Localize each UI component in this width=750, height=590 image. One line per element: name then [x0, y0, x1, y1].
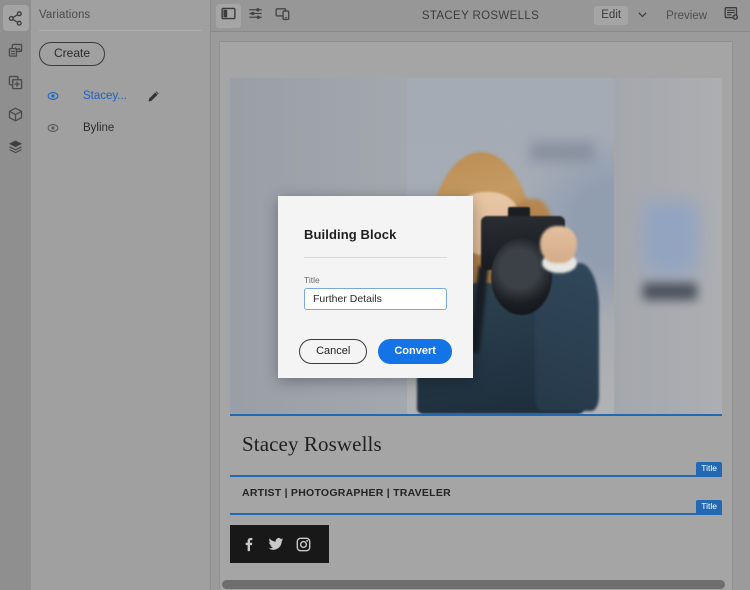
create-button[interactable]: Create [39, 42, 106, 67]
visibility-eye-icon[interactable] [39, 90, 67, 102]
component-headline-body: Stacey Roswells Title [230, 416, 722, 476]
facebook-icon[interactable] [241, 537, 256, 552]
assets-icon [8, 43, 23, 58]
side-panel-toggle-icon [221, 6, 236, 26]
editor-toolbar: STACEY ROSWELLS Edit Preview [211, 0, 750, 32]
social-links-bar [230, 525, 329, 563]
title-field-label: Title [304, 275, 320, 285]
title-input[interactable] [304, 288, 447, 310]
cancel-button[interactable]: Cancel [299, 339, 368, 365]
variation-item-stacey[interactable]: Stacey... [31, 80, 210, 112]
mode-edit-button[interactable]: Edit [594, 6, 629, 25]
building-block-dialog: Building Block Title Cancel Convert [278, 196, 473, 378]
toolbar-left-group [211, 3, 295, 28]
page-settings-button[interactable] [243, 4, 268, 28]
component-byline[interactable]: ARTIST | PHOTOGRAPHER | TRAVELER Title [230, 477, 722, 515]
variation-item-label: Stacey... [83, 90, 127, 103]
page-information-icon [724, 6, 739, 26]
left-icon-rail [0, 0, 31, 590]
hero-background-blur-2 [638, 198, 703, 280]
horizontal-scrollbar-thumb[interactable] [222, 580, 725, 589]
layers-icon-button[interactable] [3, 133, 29, 159]
dialog-actions: Cancel Convert [299, 339, 452, 365]
hero-background-blur-1 [530, 141, 595, 162]
byline-text: ARTIST | PHOTOGRAPHER | TRAVELER [242, 487, 451, 499]
content-tree-icon-button[interactable] [2, 5, 29, 31]
headline-text: Stacey Roswells [242, 432, 382, 456]
create-button-container: Create [31, 31, 210, 67]
component-byline-body: ARTIST | PHOTOGRAPHER | TRAVELER Title [230, 477, 722, 514]
dialog-title: Building Block [304, 227, 397, 242]
edit-pencil-icon[interactable] [147, 90, 160, 103]
variation-item-label: Byline [83, 122, 115, 135]
components-icon-button[interactable] [3, 69, 29, 95]
mode-dropdown-button[interactable] [630, 5, 654, 27]
side-panel-toggle-button[interactable] [216, 3, 241, 28]
emulator-device-button[interactable] [270, 4, 295, 28]
layers-icon [8, 139, 23, 154]
chevron-down-icon [637, 7, 648, 25]
assets-icon-button[interactable] [3, 37, 29, 63]
emulator-device-icon [275, 6, 290, 26]
components-icon [8, 75, 23, 90]
dialog-divider [304, 257, 447, 258]
preview-button[interactable]: Preview [656, 7, 717, 25]
horizontal-scrollbar-track[interactable] [222, 580, 730, 589]
toolbar-right-group: Edit Preview [594, 4, 750, 28]
content-fragments-icon-button[interactable] [3, 101, 29, 127]
variations-panel: Variations Create Stacey... Byline [31, 0, 211, 590]
visibility-eye-icon[interactable] [39, 122, 67, 134]
component-badge[interactable]: Title [696, 499, 722, 514]
component-outline-bottom [230, 513, 722, 515]
page-settings-icon [248, 6, 263, 26]
hero-subject-hand [539, 225, 577, 263]
content-tree-icon [8, 10, 23, 26]
instagram-icon[interactable] [296, 537, 311, 552]
convert-button[interactable]: Convert [378, 339, 452, 365]
component-badge[interactable]: Title [696, 461, 722, 476]
twitter-icon[interactable] [268, 536, 284, 552]
variation-item-byline[interactable]: Byline [31, 112, 210, 144]
variations-list: Stacey... Byline [31, 66, 210, 144]
page-information-button[interactable] [719, 4, 744, 28]
hero-background-blur-3 [643, 282, 698, 300]
application-window: Variations Create Stacey... Byline STACE… [0, 0, 750, 590]
panel-title: Variations [39, 9, 91, 21]
component-headline[interactable]: Stacey Roswells Title [230, 414, 722, 477]
package-icon [8, 107, 23, 122]
